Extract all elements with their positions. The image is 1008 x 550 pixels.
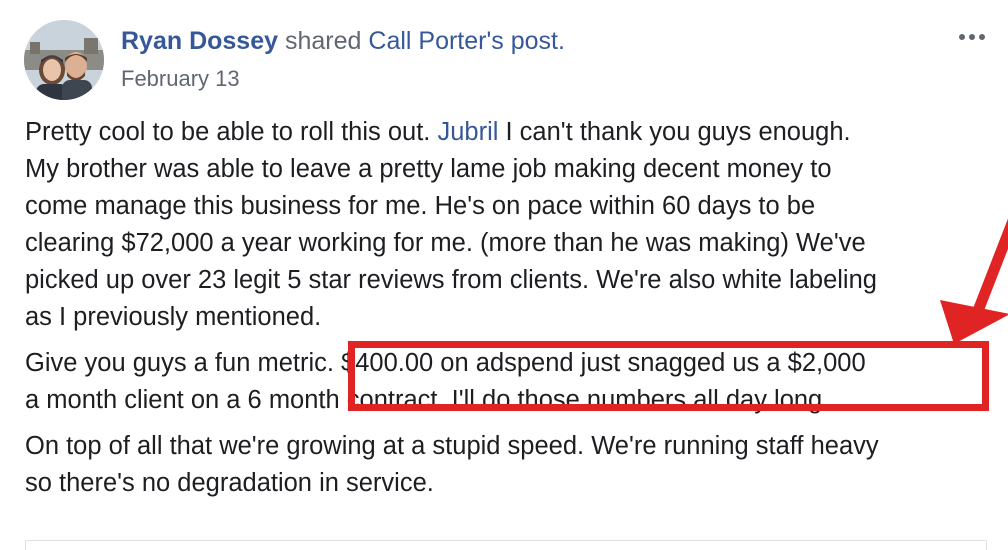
- post-body: Pretty cool to be able to roll this out.…: [25, 114, 1008, 502]
- avatar[interactable]: [24, 20, 104, 100]
- text-segment: I can't thank you guys enough.: [498, 118, 851, 146]
- author-name-link[interactable]: Ryan Dossey: [121, 27, 278, 55]
- shared-verb: shared: [284, 27, 362, 55]
- text-line: Pretty cool to be able to roll this out.…: [25, 114, 1008, 151]
- post-paragraph-2: Give you guys a fun metric. $400.00 on a…: [25, 345, 1008, 419]
- avatar-photo: [24, 20, 104, 100]
- attachment-card-edge: [25, 540, 987, 550]
- text-line: Give you guys a fun metric. $400.00 on a…: [25, 349, 866, 377]
- post-timestamp[interactable]: February 13: [121, 64, 240, 94]
- text-line: come manage this business for me. He's o…: [25, 192, 816, 220]
- text-line: picked up over 23 legit 5 star reviews f…: [25, 266, 877, 294]
- post-paragraph-3: On top of all that we're growing at a st…: [25, 428, 1008, 502]
- text-line: On top of all that we're growing at a st…: [25, 432, 879, 460]
- post-paragraph-1: Pretty cool to be able to roll this out.…: [25, 114, 1008, 336]
- shared-post-link[interactable]: Call Porter's post.: [368, 27, 565, 55]
- text-line: My brother was able to leave a pretty la…: [25, 155, 832, 183]
- mention-link[interactable]: Jubril: [437, 118, 498, 146]
- shared-label: shared: [285, 27, 368, 55]
- text-segment: Pretty cool to be able to roll this out.: [25, 118, 438, 146]
- text-line: clearing $72,000 a year working for me. …: [25, 229, 866, 257]
- shared-post: Ryan Dossey shared Call Porter's post. F…: [0, 0, 1008, 550]
- ellipsis-icon-dot: [969, 34, 975, 40]
- text-line: as I previously mentioned.: [25, 303, 322, 331]
- ellipsis-icon: [959, 34, 965, 40]
- post-header: Ryan Dossey shared Call Porter's post.: [121, 24, 565, 58]
- text-line: so there's no degradation in service.: [25, 469, 434, 497]
- text-line: a month client on a 6 month contract. I'…: [25, 386, 830, 414]
- more-options-button[interactable]: [952, 28, 992, 46]
- ellipsis-icon-dot: [979, 34, 985, 40]
